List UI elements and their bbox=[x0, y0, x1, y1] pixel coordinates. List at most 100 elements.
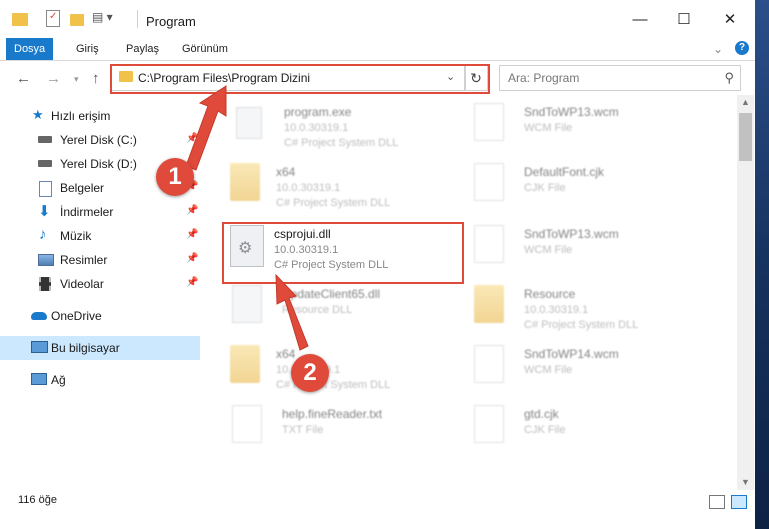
folder-icon bbox=[474, 285, 504, 323]
sidebar-item-label: Hızlı erişim bbox=[51, 109, 111, 123]
step-badge-1: 1 bbox=[156, 158, 194, 196]
file-highlight-box bbox=[222, 222, 464, 284]
scrollbar-thumb[interactable] bbox=[739, 113, 752, 161]
sidebar-item-label: Belgeler bbox=[60, 181, 105, 195]
step-badge-2: 2 bbox=[291, 354, 329, 392]
file-type: CJK File bbox=[524, 424, 566, 436]
tab-giris[interactable]: Giriş bbox=[76, 38, 99, 60]
list-item[interactable]: SndToWP13.wcm WCM File bbox=[470, 97, 690, 155]
file-description: C# Project System DLL bbox=[276, 197, 391, 209]
file-type: WCM File bbox=[524, 244, 573, 256]
exe-file-icon bbox=[236, 107, 262, 139]
sidebar-item-label: Yerel Disk (C:) bbox=[60, 133, 137, 147]
network-icon bbox=[31, 373, 47, 385]
tab-dosya[interactable]: Dosya bbox=[6, 38, 54, 60]
sidebar-item-label: Yerel Disk (D:) bbox=[60, 157, 137, 171]
address-highlight-box bbox=[110, 64, 490, 94]
up-icon[interactable]: ↑ bbox=[92, 70, 100, 87]
list-item[interactable]: gtd.cjk CJK File bbox=[470, 399, 690, 457]
pin-icon[interactable]: 📌 bbox=[186, 277, 198, 288]
sidebar-item-disk-c[interactable]: Yerel Disk (C:) 📌 bbox=[0, 128, 200, 152]
folder-icon bbox=[230, 345, 260, 383]
properties-icon[interactable]: ✓ bbox=[46, 10, 60, 27]
cjk-file-icon bbox=[474, 163, 504, 201]
file-name: UpdateClient65.dll bbox=[282, 287, 381, 301]
file-description: C# Project System DLL bbox=[284, 137, 399, 149]
file-description: Resource DLL bbox=[282, 304, 353, 316]
search-input[interactable]: Ara: Program ⚲ bbox=[499, 65, 741, 91]
expand-ribbon-icon[interactable]: ⌄ bbox=[713, 42, 723, 56]
sidebar-item-resimler[interactable]: Resimler 📌 bbox=[0, 248, 200, 272]
list-item[interactable]: help.fineReader.txt TXT File bbox=[228, 399, 448, 457]
file-description: TXT File bbox=[282, 424, 324, 436]
customize-toolbar-icon[interactable]: ▤ ▾ bbox=[92, 10, 113, 24]
close-icon[interactable]: ✕ bbox=[720, 10, 740, 30]
list-item[interactable]: x64 10.0.30319.1 C# Project System DLL bbox=[222, 157, 442, 215]
sidebar-item-ag[interactable]: Ağ bbox=[0, 368, 200, 392]
pin-icon[interactable]: 📌 bbox=[186, 133, 198, 144]
new-folder-icon[interactable] bbox=[70, 10, 84, 26]
sidebar-item-onedrive[interactable]: OneDrive bbox=[0, 304, 200, 328]
list-item[interactable]: DefaultFont.cjk CJK File bbox=[470, 157, 690, 215]
details-view-icon[interactable] bbox=[709, 495, 725, 509]
list-item[interactable]: SndToWP14.wcm WCM File bbox=[470, 339, 690, 397]
list-item[interactable]: x64 10.0.30319.1 C# Project System DLL bbox=[222, 339, 442, 397]
wcm-file-icon bbox=[474, 225, 504, 263]
folder-icon bbox=[230, 163, 260, 201]
documents-icon bbox=[39, 181, 52, 197]
sidebar-item-label: Resimler bbox=[60, 253, 108, 267]
file-name: program.exe bbox=[284, 105, 352, 119]
list-item[interactable]: UpdateClient65.dll Resource DLL bbox=[228, 279, 448, 337]
pin-icon[interactable]: 📌 bbox=[186, 229, 198, 240]
vertical-scrollbar[interactable]: ▲ ▼ bbox=[737, 95, 754, 490]
search-icon[interactable]: ⚲ bbox=[724, 70, 734, 86]
wcm-file-icon bbox=[474, 103, 504, 141]
sidebar-item-quick-access[interactable]: ★ Hızlı erişim bbox=[0, 104, 200, 128]
title-separator bbox=[137, 10, 138, 28]
drive-icon bbox=[38, 160, 52, 167]
cjk-file-icon bbox=[474, 405, 504, 443]
file-description: C# Project System DLL bbox=[524, 319, 639, 331]
back-icon[interactable]: ← bbox=[16, 70, 31, 87]
sidebar-item-label: Videolar bbox=[60, 277, 104, 291]
sidebar-item-label: İndirmeler bbox=[60, 205, 114, 219]
file-name: x64 bbox=[276, 165, 296, 179]
sidebar-item-indirmeler[interactable]: ⬇ İndirmeler 📌 bbox=[0, 200, 200, 224]
file-version: 10.0.30319.1 bbox=[524, 304, 589, 316]
large-icons-view-icon[interactable] bbox=[731, 495, 747, 509]
pin-icon[interactable]: 📌 bbox=[186, 253, 198, 264]
list-item[interactable]: program.exe 10.0.30319.1 C# Project Syst… bbox=[230, 97, 450, 155]
file-name: help.fineReader.txt bbox=[282, 407, 383, 421]
list-item[interactable]: SndToWP13.wcm WCM File bbox=[470, 219, 690, 277]
minimize-icon[interactable]: — bbox=[630, 10, 650, 30]
forward-icon[interactable]: → bbox=[46, 70, 61, 87]
file-name: SndToWP14.wcm bbox=[524, 347, 619, 361]
file-type: WCM File bbox=[524, 364, 573, 376]
dll-file-icon bbox=[232, 285, 262, 323]
sidebar-item-videolar[interactable]: Videolar 📌 bbox=[0, 272, 200, 296]
tab-paylas[interactable]: Paylaş bbox=[126, 38, 159, 60]
file-version: 10.0.30319.1 bbox=[276, 182, 341, 194]
help-icon[interactable]: ? bbox=[735, 41, 749, 55]
wcm-file-icon bbox=[474, 345, 504, 383]
scroll-up-icon[interactable]: ▲ bbox=[741, 97, 750, 107]
pin-icon[interactable]: 📌 bbox=[186, 205, 198, 216]
tab-gorunum[interactable]: Görünüm bbox=[182, 38, 228, 60]
video-icon bbox=[39, 277, 51, 291]
scroll-down-icon[interactable]: ▼ bbox=[741, 477, 750, 487]
file-name: DefaultFont.cjk bbox=[524, 165, 605, 179]
sidebar-item-muzik[interactable]: ♪ Müzik 📌 bbox=[0, 224, 200, 248]
file-name: Resource bbox=[524, 287, 576, 301]
folder-icon bbox=[12, 10, 28, 26]
sidebar-item-label: OneDrive bbox=[51, 309, 102, 323]
desktop-background bbox=[755, 0, 769, 529]
file-name: SndToWP13.wcm bbox=[524, 105, 619, 119]
maximize-icon[interactable]: ☐ bbox=[674, 10, 694, 30]
recent-locations-icon[interactable]: ▾ bbox=[74, 74, 79, 85]
pictures-icon bbox=[38, 254, 54, 266]
sidebar-item-bu-bilgisayar[interactable]: Bu bilgisayar bbox=[0, 336, 200, 360]
computer-icon bbox=[31, 341, 48, 353]
file-name: gtd.cjk bbox=[524, 407, 559, 421]
list-item[interactable]: Resource 10.0.30319.1 C# Project System … bbox=[470, 279, 690, 337]
item-count: 116 öğe bbox=[18, 494, 57, 506]
